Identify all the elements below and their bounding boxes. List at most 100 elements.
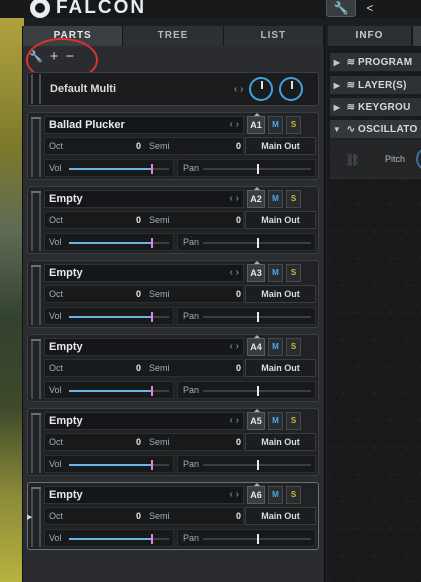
vol-track[interactable] bbox=[69, 312, 169, 322]
pan-slider[interactable]: Pan bbox=[177, 381, 316, 399]
tab-tree[interactable]: TREE bbox=[123, 26, 224, 46]
part-name-field[interactable]: Empty ‹ › bbox=[44, 264, 244, 282]
part-row[interactable]: Ballad Plucker ‹ › A1 M S Oct 0 Semi 0 M… bbox=[27, 112, 319, 180]
semi-value[interactable]: 0 bbox=[236, 511, 241, 521]
mute-button[interactable]: M bbox=[268, 190, 283, 208]
collapse-arrow-icon[interactable]: ▼ bbox=[330, 125, 344, 134]
pitch-knob[interactable] bbox=[416, 147, 421, 171]
pan-handle[interactable] bbox=[257, 534, 259, 544]
multi-knob-2[interactable] bbox=[279, 77, 304, 101]
pan-handle[interactable] bbox=[257, 460, 259, 470]
mute-button[interactable]: M bbox=[268, 116, 283, 134]
drag-handle-icon[interactable] bbox=[31, 74, 41, 104]
part-nav-arrows-icon[interactable]: ‹ › bbox=[230, 265, 239, 281]
output-selector[interactable]: Main Out bbox=[245, 137, 316, 155]
drag-handle-icon[interactable] bbox=[31, 487, 41, 547]
drag-handle-icon[interactable] bbox=[31, 191, 41, 251]
pan-track[interactable] bbox=[203, 238, 311, 248]
vol-handle[interactable] bbox=[151, 238, 153, 248]
pan-track[interactable] bbox=[203, 386, 311, 396]
part-row[interactable]: ▶ Empty ‹ › A6 M S Oct 0 Semi 0 Main Out… bbox=[27, 482, 319, 550]
drag-handle-icon[interactable] bbox=[31, 339, 41, 399]
vol-handle[interactable] bbox=[151, 460, 153, 470]
drag-handle-icon[interactable] bbox=[31, 413, 41, 473]
volume-slider[interactable]: Vol bbox=[44, 455, 174, 473]
volume-slider[interactable]: Vol bbox=[44, 529, 174, 547]
pan-track[interactable] bbox=[203, 534, 311, 544]
output-selector[interactable]: Main Out bbox=[245, 211, 316, 229]
part-slot[interactable]: A1 bbox=[247, 113, 265, 134]
tree-item-keygroup[interactable]: ▶ ≋ KEYGROU bbox=[330, 98, 421, 117]
vol-track[interactable] bbox=[69, 238, 169, 248]
solo-button[interactable]: S bbox=[286, 116, 301, 134]
part-row[interactable]: Empty ‹ › A2 M S Oct 0 Semi 0 Main Out V… bbox=[27, 186, 319, 254]
solo-button[interactable]: S bbox=[286, 486, 301, 504]
tree-item-program[interactable]: ▶ ≋ PROGRAM bbox=[330, 53, 421, 72]
oct-value[interactable]: 0 bbox=[136, 363, 141, 373]
link-icon[interactable]: ⛓ bbox=[345, 153, 360, 167]
oct-value[interactable]: 0 bbox=[136, 141, 141, 151]
pan-handle[interactable] bbox=[257, 164, 259, 174]
oct-value[interactable]: 0 bbox=[136, 511, 141, 521]
semi-value[interactable]: 0 bbox=[236, 437, 241, 447]
volume-slider[interactable]: Vol bbox=[44, 307, 174, 325]
vol-handle[interactable] bbox=[151, 312, 153, 322]
mute-button[interactable]: M bbox=[268, 338, 283, 356]
volume-slider[interactable]: Vol bbox=[44, 381, 174, 399]
pan-slider[interactable]: Pan bbox=[177, 233, 316, 251]
expand-arrow-icon[interactable]: ▶ bbox=[330, 81, 344, 90]
tab-next[interactable] bbox=[413, 26, 421, 46]
pan-slider[interactable]: Pan bbox=[177, 307, 316, 325]
part-name-field[interactable]: Empty ‹ › bbox=[44, 486, 244, 504]
part-slot[interactable]: A5 bbox=[247, 409, 265, 430]
part-name-field[interactable]: Ballad Plucker ‹ › bbox=[44, 116, 244, 134]
pan-track[interactable] bbox=[203, 164, 311, 174]
drag-handle-icon[interactable] bbox=[31, 265, 41, 325]
wrench-button[interactable]: 🔧 bbox=[326, 0, 356, 17]
output-selector[interactable]: Main Out bbox=[245, 433, 316, 451]
part-name-field[interactable]: Empty ‹ › bbox=[44, 412, 244, 430]
oct-value[interactable]: 0 bbox=[136, 437, 141, 447]
multi-knob-1[interactable] bbox=[249, 77, 274, 101]
volume-slider[interactable]: Vol bbox=[44, 233, 174, 251]
vol-track[interactable] bbox=[69, 460, 169, 470]
expand-arrow-icon[interactable]: ▶ bbox=[330, 58, 344, 67]
part-name-field[interactable]: Empty ‹ › bbox=[44, 190, 244, 208]
pan-handle[interactable] bbox=[257, 312, 259, 322]
semi-value[interactable]: 0 bbox=[236, 141, 241, 151]
pan-track[interactable] bbox=[203, 460, 311, 470]
part-row[interactable]: Empty ‹ › A4 M S Oct 0 Semi 0 Main Out V… bbox=[27, 334, 319, 402]
part-row[interactable]: Empty ‹ › A3 M S Oct 0 Semi 0 Main Out V… bbox=[27, 260, 319, 328]
mute-button[interactable]: M bbox=[268, 264, 283, 282]
part-nav-arrows-icon[interactable]: ‹ › bbox=[230, 117, 239, 133]
semi-value[interactable]: 0 bbox=[236, 215, 241, 225]
output-selector[interactable]: Main Out bbox=[245, 507, 316, 525]
solo-button[interactable]: S bbox=[286, 190, 301, 208]
pan-slider[interactable]: Pan bbox=[177, 455, 316, 473]
part-name-field[interactable]: Empty ‹ › bbox=[44, 338, 244, 356]
pan-slider[interactable]: Pan bbox=[177, 159, 316, 177]
oct-value[interactable]: 0 bbox=[136, 215, 141, 225]
vol-handle[interactable] bbox=[151, 534, 153, 544]
solo-button[interactable]: S bbox=[286, 338, 301, 356]
expand-arrow-icon[interactable]: ▶ bbox=[330, 103, 344, 112]
oct-value[interactable]: 0 bbox=[136, 289, 141, 299]
part-nav-arrows-icon[interactable]: ‹ › bbox=[230, 413, 239, 429]
output-selector[interactable]: Main Out bbox=[245, 359, 316, 377]
vol-track[interactable] bbox=[69, 386, 169, 396]
drag-handle-icon[interactable] bbox=[31, 117, 41, 177]
vol-track[interactable] bbox=[69, 534, 169, 544]
part-nav-arrows-icon[interactable]: ‹ › bbox=[230, 191, 239, 207]
part-row[interactable]: Empty ‹ › A5 M S Oct 0 Semi 0 Main Out V… bbox=[27, 408, 319, 476]
semi-value[interactable]: 0 bbox=[236, 363, 241, 373]
volume-slider[interactable]: Vol bbox=[44, 159, 174, 177]
part-slot[interactable]: A3 bbox=[247, 261, 265, 282]
output-selector[interactable]: Main Out bbox=[245, 285, 316, 303]
semi-value[interactable]: 0 bbox=[236, 289, 241, 299]
multi-name[interactable]: Default Multi bbox=[50, 83, 220, 95]
part-slot[interactable]: A4 bbox=[247, 335, 265, 356]
part-slot[interactable]: A2 bbox=[247, 187, 265, 208]
vol-track[interactable] bbox=[69, 164, 169, 174]
back-arrow-button[interactable]: < bbox=[360, 0, 380, 17]
tree-item-layers[interactable]: ▶ ≋ LAYER(S) bbox=[330, 76, 421, 95]
